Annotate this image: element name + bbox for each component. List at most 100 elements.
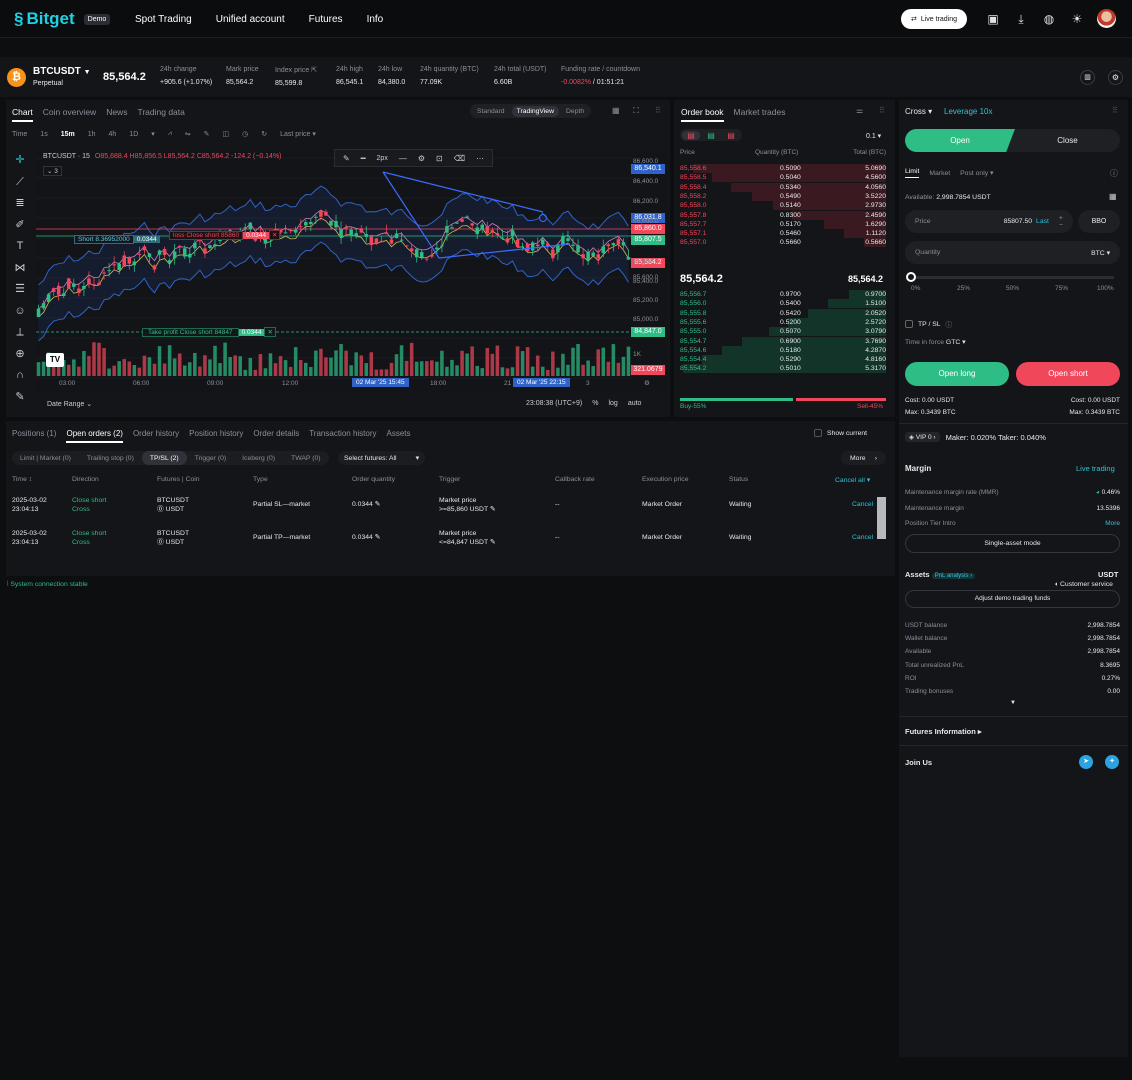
single-asset-mode-button[interactable]: Single-asset mode [905,534,1120,553]
tier-more-link[interactable]: More [1105,516,1120,532]
wallet-icon[interactable]: ▣ [986,12,1000,26]
crosshair-icon[interactable]: ✛ [8,150,32,172]
subtab-twap[interactable]: TWAP (0) [283,451,328,465]
subtab-trigger[interactable]: Trigger (0) [187,451,234,465]
open-long-button[interactable]: Open long [905,362,1009,386]
indicator-toggle[interactable]: ⌄ 3 [43,166,62,176]
tier-label[interactable]: Position Tier Intro [905,516,956,532]
interval-1h[interactable]: 1h [88,131,96,138]
show-current-toggle[interactable]: Show current [814,429,867,437]
slider-mark[interactable]: 75% [1055,285,1068,292]
tpsl-toggle[interactable]: TP / SL ⓘ [905,319,952,329]
bid-row[interactable]: 85,555.8 0.5420 2.0520 [680,308,886,318]
slider-mark[interactable]: 50% [1006,285,1019,292]
bid-row[interactable]: 85,556.7 0.9700 0.9700 [680,290,886,299]
tab-positions[interactable]: Positions (1) [12,429,56,443]
download-icon[interactable]: ⤓ [1014,12,1028,26]
stroke-width[interactable]: 2px [377,155,388,162]
magnet-icon[interactable]: ∩ [8,365,32,387]
bbo-button[interactable]: BBO [1078,210,1120,233]
more-button[interactable]: More › [841,451,886,465]
line-style-icon[interactable]: ━ [361,154,366,163]
bitget-logo[interactable]: § Bitget Demo [14,9,111,29]
tab-market-trades[interactable]: Market trades [734,107,786,122]
text-tool-icon[interactable]: T [8,236,32,258]
select-futures-dropdown[interactable]: Select futures: All ▾ [338,451,425,465]
customer-service[interactable]: ◖ Customer service [1051,581,1116,588]
interval-1d[interactable]: 1D [129,131,138,138]
axis-settings-icon[interactable]: ⚙ [644,379,650,387]
view-tradingview[interactable]: TradingView [511,105,559,117]
bid-row[interactable]: 85,554.4 0.5290 4.8160 [680,355,886,365]
info-icon[interactable]: ⓘ [946,319,953,329]
leverage-select[interactable]: Leverage 10x [944,107,992,116]
scrollbar[interactable] [877,497,886,539]
cancel-all-button[interactable]: Cancel all ▾ [835,476,870,484]
cancel-order-button[interactable]: Cancel [852,534,873,543]
line-dash-icon[interactable]: — [399,154,407,163]
subtab-iceberg[interactable]: Iceberg (0) [234,451,283,465]
qty-slider-handle[interactable] [906,272,916,282]
info-icon[interactable]: ⓘ [1110,168,1118,179]
checkbox[interactable] [905,320,913,328]
tab-position-history[interactable]: Position history [189,429,243,443]
ask-row[interactable]: 85,558.6 0.5090 5.0690 [680,164,886,173]
tab-order-book[interactable]: Order book [681,107,724,122]
ask-row[interactable]: 85,557.8 0.8300 2.4590 [680,210,886,220]
open-short-button[interactable]: Open short [1016,362,1120,386]
alarm-icon[interactable]: ◷ [242,130,248,138]
close-tab[interactable]: Close [1015,136,1120,145]
date-range-button[interactable]: Date Range ⌄ [47,400,92,408]
calculator-icon[interactable]: ▦ [1109,192,1117,201]
ask-row[interactable]: 85,557.0 0.5660 0.5660 [680,238,886,248]
drag-handle-icon[interactable]: ⠿ [879,106,885,115]
theme-sun-icon[interactable]: ☀ [1070,12,1084,26]
interval-4h[interactable]: 4h [109,131,117,138]
take-profit-line[interactable]: Take profit Close short 84847 0.0344 ✕ [142,327,276,337]
tab-assets[interactable]: Assets [387,429,411,443]
slider-mark[interactable]: 0% [911,285,920,292]
margin-mode-select[interactable]: Cross ▾ [905,107,932,116]
tab-order-history[interactable]: Order history [133,429,179,443]
bid-row[interactable]: 85,555.0 0.5070 3.0790 [680,327,886,337]
type-post-only[interactable]: Post only ▾ [960,169,993,177]
lock-icon[interactable]: ⊡ [436,154,443,163]
ask-row[interactable]: 85,558.4 0.5340 4.0560 [680,182,886,192]
scale-log[interactable]: log [608,400,617,407]
ask-row[interactable]: 85,557.7 0.5170 1.6290 [680,219,886,229]
time-in-force[interactable]: Time in force GTC ▾ [905,338,966,346]
book-icon[interactable]: ▥ [1080,70,1095,85]
price-step-select[interactable]: 0.1 ▾ [866,132,881,140]
drag-handle-icon[interactable]: ⠿ [655,106,661,115]
live-trading-button[interactable]: ⇄ Live trading [901,9,967,29]
symbol-selector[interactable]: BTCUSDT ▼ Perpetual [33,66,91,87]
reset-icon[interactable]: ↻ [261,130,267,138]
view-depth[interactable]: Depth [559,108,591,115]
qty-slider-track[interactable] [910,276,1114,279]
vip-badge[interactable]: ◈ VIP 0 › [905,432,940,442]
type-market[interactable]: Market [929,170,950,177]
ask-row[interactable]: 85,558.2 0.5490 3.5220 [680,191,886,201]
fib-icon[interactable]: ≣ [8,193,32,215]
settings-icon[interactable]: ⚙ [1108,70,1123,85]
interval-1s[interactable]: 1s [40,131,47,138]
twitter-icon[interactable]: ✦ [1105,755,1119,769]
pen-icon[interactable]: ✎ [204,130,210,138]
expand-chevron-icon[interactable]: ▼ [1010,700,1016,706]
tab-news[interactable]: News [106,107,127,122]
subtab-limit-market[interactable]: Limit | Market (0) [12,451,79,465]
trendline-icon[interactable]: ⟋ [8,172,32,194]
stepper-icon[interactable]: + − [1059,215,1063,229]
interval-15m[interactable]: 15m [61,131,75,138]
tab-trading-data[interactable]: Trading data [137,107,184,122]
lock-drawing-icon[interactable]: ✎ [8,387,32,409]
bid-row[interactable]: 85,556.0 0.5400 1.5100 [680,299,886,309]
zoom-icon[interactable]: ⊕ [8,344,32,366]
quantity-unit[interactable]: BTC ▾ [1091,249,1110,257]
open-tab[interactable]: Open [905,129,1015,152]
quantity-input[interactable]: Quantity BTC ▾ [905,241,1120,264]
drag-handle-icon[interactable]: ⠿ [1112,106,1118,115]
bid-row[interactable]: 85,554.6 0.5180 4.2870 [680,345,886,355]
ruler-icon[interactable]: ⟂ [8,322,32,344]
layout-bids-icon[interactable]: ▤ [702,131,720,140]
